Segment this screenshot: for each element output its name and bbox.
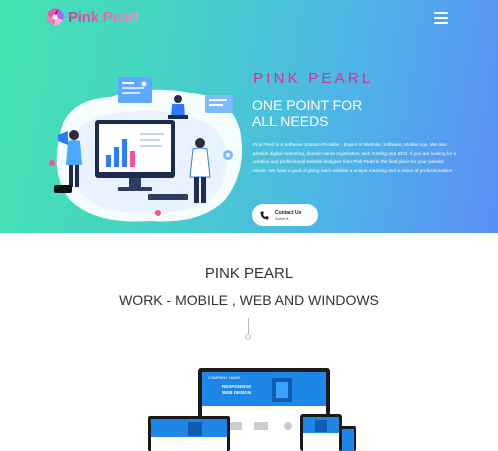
headline-line-1: ONE POINT FOR	[252, 97, 363, 113]
web-design-text: WEB DESIGN	[222, 390, 251, 395]
hero-headline: ONE POINT FOR ALL NEEDS	[252, 97, 452, 129]
brand-title: PINK PEARL	[253, 70, 374, 87]
hero-description: Pink Pearl is a Software Solution Provid…	[253, 142, 457, 173]
responsive-devices-image: COMPANY NAME RESPONSIVE WEB DESIGN	[148, 368, 356, 451]
phone-icon	[260, 210, 269, 220]
logo-text: Pink Pearl	[68, 8, 139, 26]
contact-us-button[interactable]: Contact Us Solve it..	[252, 204, 318, 226]
responsive-text: RESPONSIVE	[222, 384, 251, 389]
logo[interactable]: Pink Pearl	[44, 6, 139, 28]
divider-dot	[245, 334, 251, 340]
menu-bar	[434, 22, 448, 24]
logo-mark-icon	[46, 8, 64, 26]
menu-bar	[434, 17, 448, 19]
divider-line	[248, 318, 249, 334]
company-name-text: COMPANY NAME	[208, 375, 241, 380]
contact-button-sublabel: Solve it..	[275, 215, 291, 221]
hero-illustration	[49, 77, 243, 222]
headline-line-2: ALL NEEDS	[252, 113, 329, 129]
hamburger-icon[interactable]	[434, 12, 448, 24]
menu-bar	[434, 12, 448, 14]
section-subtitle: WORK - MOBILE , WEB AND WINDOWS	[119, 292, 379, 308]
section-title: PINK PEARL	[204, 265, 294, 282]
hero-section: Pink Pearl PINK PEARL ONE POINT FOR ALL …	[0, 0, 498, 233]
